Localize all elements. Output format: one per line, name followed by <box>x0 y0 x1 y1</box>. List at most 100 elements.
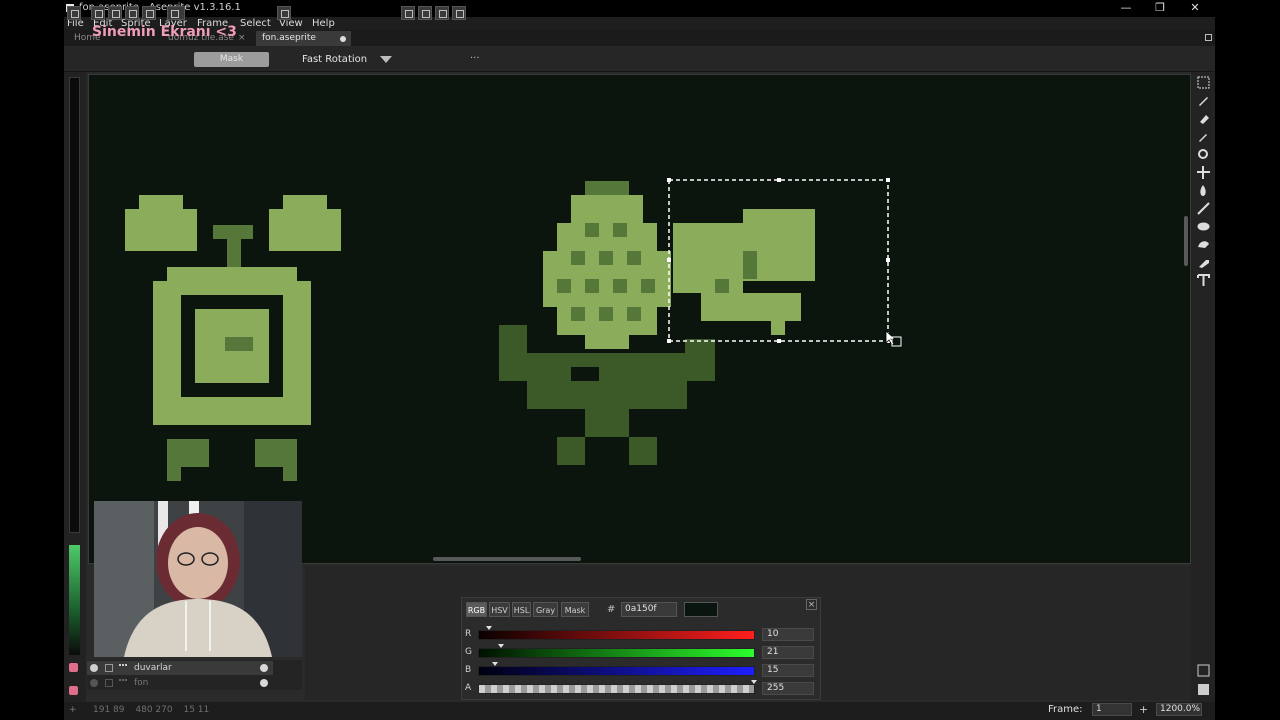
color-mode-gray[interactable]: Gray <box>533 602 558 617</box>
lock-icon[interactable] <box>105 679 113 687</box>
alpha-slider-marker[interactable] <box>751 680 757 684</box>
stream-overlay-text: Sinemin Ekranı <3 <box>92 24 237 40</box>
red-channel-slider[interactable] <box>478 630 755 640</box>
cursor-position: 191 89 <box>93 705 125 715</box>
layer-name: fon <box>134 678 149 688</box>
layer-row-duvarlar[interactable]: duvarlar <box>87 661 273 675</box>
layer-color-tag-icon <box>69 663 78 672</box>
menu-select[interactable]: Select <box>240 17 271 30</box>
unsaved-dot-icon <box>340 36 346 42</box>
cel-dot-icon[interactable] <box>260 679 268 687</box>
continuous-icon[interactable] <box>119 664 127 672</box>
eraser-icon[interactable] <box>1197 112 1210 125</box>
selected-pixel-shape <box>673 209 815 335</box>
hex-color-input[interactable]: 0a150f <box>621 602 677 617</box>
channel-b-label: B <box>465 665 472 675</box>
tab-fon-aseprite[interactable]: fon.aseprite <box>256 31 351 46</box>
ellipse-icon[interactable] <box>1197 220 1210 233</box>
channel-r-label: R <box>465 629 472 639</box>
eyedropper-icon[interactable] <box>1197 130 1210 143</box>
paint-bucket-icon[interactable] <box>1197 184 1210 197</box>
move-icon[interactable] <box>1197 166 1210 179</box>
color-mode-hsv[interactable]: HSV <box>489 602 510 617</box>
contour-icon[interactable] <box>1197 238 1210 251</box>
chevron-down-icon <box>380 56 392 63</box>
rotation-algorithm-value: Fast Rotation <box>302 54 368 65</box>
alarm-clock-sprite <box>125 195 341 481</box>
selection-add-icon[interactable] <box>108 6 122 20</box>
blue-slider-marker[interactable] <box>492 662 498 666</box>
more-options-icon[interactable]: ··· <box>470 53 480 64</box>
transparent-color-mask-button[interactable]: Mask <box>194 52 269 67</box>
rotation-algorithm-select[interactable]: Fast Rotation <box>298 51 394 68</box>
flip-horizontal-icon[interactable] <box>418 6 432 20</box>
minimize-icon[interactable]: — <box>1111 1 1141 16</box>
zoom-in-icon[interactable]: + <box>1139 703 1148 716</box>
pixel-grid-icon[interactable] <box>167 6 185 20</box>
line-icon[interactable] <box>1197 202 1210 215</box>
sprite-artwork <box>125 178 902 481</box>
menu-help[interactable]: Help <box>312 17 335 30</box>
palette-scroll-slider[interactable] <box>69 77 80 533</box>
text-icon[interactable] <box>1197 274 1210 287</box>
eye-hidden-icon[interactable] <box>90 679 98 687</box>
preview-icon[interactable] <box>1197 683 1210 696</box>
blur-icon[interactable] <box>1197 256 1210 269</box>
cel-dot-icon[interactable] <box>260 664 268 672</box>
green-value-field[interactable]: 21 <box>762 646 814 659</box>
continuous-icon[interactable] <box>119 679 127 687</box>
eye-icon[interactable] <box>90 664 98 672</box>
status-bar <box>64 702 1215 720</box>
webcam-overlay <box>94 501 302 657</box>
selection-replace-icon[interactable] <box>91 6 105 20</box>
selection-size: 15 11 <box>183 705 210 715</box>
alpha-value-field[interactable]: 255 <box>762 682 814 695</box>
frame-input[interactable]: 1 <box>1092 703 1132 716</box>
sprite-canvas[interactable] <box>88 74 1191 564</box>
options-icon[interactable] <box>277 6 291 20</box>
mouse-cursor-icon <box>885 330 902 347</box>
tab-close-icon[interactable]: × <box>238 33 246 43</box>
selection-intersect-icon[interactable] <box>142 6 156 20</box>
zoom-icon[interactable] <box>1197 148 1210 161</box>
channel-g-label: G <box>465 647 472 657</box>
maximize-icon[interactable]: ❐ <box>1145 1 1175 16</box>
hex-hash-label: # <box>607 604 616 615</box>
frame-label: Frame: <box>1048 704 1083 715</box>
color-mode-rgb[interactable]: RGB <box>466 602 487 617</box>
channel-a-label: A <box>465 683 472 693</box>
layer-name: duvarlar <box>134 663 172 673</box>
color-mode-mask[interactable]: Mask <box>561 602 589 617</box>
close-window-icon[interactable]: ✕ <box>1180 1 1210 16</box>
alpha-channel-slider[interactable] <box>478 684 755 694</box>
window-title-bar: fon.aseprite - Aseprite v1.3.16.1 — ❐ ✕ <box>0 0 1280 17</box>
layer-row-fon[interactable]: fon <box>87 676 273 690</box>
rectangular-marquee-icon[interactable] <box>1197 76 1210 89</box>
red-slider-marker[interactable] <box>486 626 492 630</box>
green-slider-marker[interactable] <box>498 644 504 648</box>
horizontal-scrollbar[interactable] <box>433 557 581 561</box>
blue-channel-slider[interactable] <box>478 666 755 676</box>
color-mode-hsl[interactable]: HSL <box>512 602 531 617</box>
rotate-icon[interactable] <box>452 6 466 20</box>
blue-value-field[interactable]: 15 <box>762 664 814 677</box>
pencil-icon[interactable] <box>1197 94 1210 107</box>
workspace-layout-icon[interactable] <box>1205 34 1212 41</box>
layer-color-tag-icon <box>69 686 78 695</box>
toolbar-drop-icon[interactable] <box>67 6 81 20</box>
close-icon[interactable]: × <box>806 599 817 610</box>
red-value-field[interactable]: 10 <box>762 628 814 641</box>
current-color-swatch <box>684 602 718 617</box>
flip-vertical-icon[interactable] <box>435 6 449 20</box>
status-coordinates: 191 89 480 270 15 11 <box>93 705 209 715</box>
palette-color-strip[interactable] <box>69 545 80 655</box>
vertical-scrollbar[interactable] <box>1184 216 1188 266</box>
selection-subtract-icon[interactable] <box>125 6 139 20</box>
pivot-icon[interactable] <box>401 6 415 20</box>
lock-icon[interactable] <box>105 664 113 672</box>
timeline-toggle-icon[interactable] <box>1197 664 1210 677</box>
pointer-icon: + <box>69 705 77 715</box>
canvas-size: 480 270 <box>135 705 173 715</box>
green-channel-slider[interactable] <box>478 648 755 658</box>
zoom-level-field[interactable]: 1200.0% <box>1156 703 1202 716</box>
